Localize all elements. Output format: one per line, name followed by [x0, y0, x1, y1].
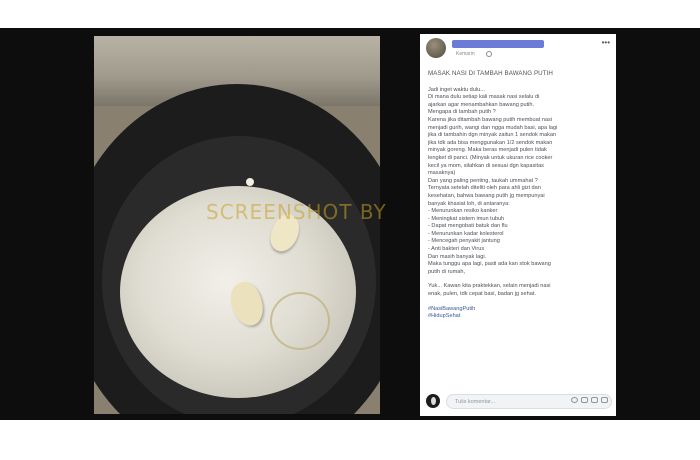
comment-bar: Tulis komentar... [424, 392, 614, 412]
post-line: banyak khasiat loh, di antaranya: [428, 200, 510, 207]
post-line: minyak goreng. Maka beras menjadi pulen … [428, 147, 547, 154]
post-title: MASAK NASI DI TAMBAH BAWANG PUTIH [428, 70, 554, 77]
hashtag-link[interactable]: #HidupSehat [428, 313, 610, 321]
comment-tools [571, 397, 608, 403]
post-line: Maka tunggu apa lagi, pasti ada kan stok… [428, 261, 551, 268]
post-paragraph: Yuk... Kawan kita praktekkan, selain men… [428, 283, 610, 298]
post-line: Dan yang paling penting, taukah ummahat … [428, 177, 538, 184]
commenter-avatar [426, 394, 440, 408]
globe-icon [486, 51, 492, 57]
post-line: kecil ya mom, silahkan di sesuai dgn kap… [428, 162, 544, 169]
post-line: - Menurunkan resiko kanker [428, 208, 498, 215]
post-line: lengket di panci. (Minyak untuk ukuran r… [428, 154, 553, 161]
bottom-border [0, 420, 700, 460]
hashtag-link[interactable]: #NasiBawangPutih [428, 306, 610, 314]
author-name-redacted[interactable] [452, 40, 544, 48]
post-line: putih di rumah, [428, 268, 466, 275]
post-timestamp[interactable]: Kemarin [456, 51, 475, 57]
post-line: Mengapa di tambah putih ? [428, 109, 496, 116]
post-line: Yuk... Kawan kita praktekkan, selain men… [428, 283, 551, 290]
post-paragraph: Jadi inget waktu dulu... Di mana dulu set… [428, 87, 610, 178]
watermark: SCREENSHOT BY [206, 200, 387, 224]
post-line: Dan masih banyak lagi. [428, 253, 487, 260]
more-options-icon[interactable]: ••• [602, 38, 610, 47]
post-line: - Menurunkan kadar kolesterol [428, 230, 504, 237]
post-line: ajarkan agar menambahkan bawang putih. [428, 101, 535, 108]
post-line: kesehatan, bahwa bawang putih jg mempuny… [428, 192, 545, 199]
post-line: jika di tambahin dgn minyak zaitun 1 sen… [428, 132, 557, 139]
post-line: enak, pulen, tdk cepat basi, badan jg se… [428, 291, 536, 298]
post-line: - Mencegah penyakit jantung [428, 238, 500, 245]
emoji-icon[interactable] [571, 397, 578, 403]
post-line: Di mana dulu setiap kali masak nasi sela… [428, 94, 540, 101]
sticker-icon[interactable] [601, 397, 608, 403]
social-post: Kemarin ••• MASAK NASI DI TAMBAH BAWANG … [420, 34, 616, 416]
post-photo[interactable] [94, 36, 380, 414]
post-header: Kemarin ••• [426, 38, 612, 64]
post-line: Jadi inget waktu dulu... [428, 86, 485, 93]
post-line: - Dapat mengobati batuk dan flu [428, 223, 508, 230]
post-body: MASAK NASI DI TAMBAH BAWANG PUTIH Jadi i… [428, 70, 610, 321]
post-paragraph: Dan yang paling penting, taukah ummahat … [428, 178, 610, 277]
post-line: jika tdk ada bisa menggunakan 1/2 sendok… [428, 139, 553, 146]
oil-ring [270, 292, 330, 350]
post-line: - Meningkat sistem imun tubuh [428, 215, 505, 222]
post-line: Karena jika ditambah bawang putih membua… [428, 116, 553, 123]
post-line: menjadi gurih, wangi dan ngga mudah basi… [428, 124, 558, 131]
post-line: Ternyata setelah diteliti oleh para ahli… [428, 185, 541, 192]
top-border [0, 0, 700, 28]
post-line: masaknya) [428, 170, 456, 177]
camera-icon[interactable] [581, 397, 588, 403]
avatar[interactable] [426, 38, 446, 58]
post-line: - Anti bakteri dan Virus [428, 246, 485, 253]
garlic-bit [246, 178, 254, 186]
gif-icon[interactable] [591, 397, 598, 403]
